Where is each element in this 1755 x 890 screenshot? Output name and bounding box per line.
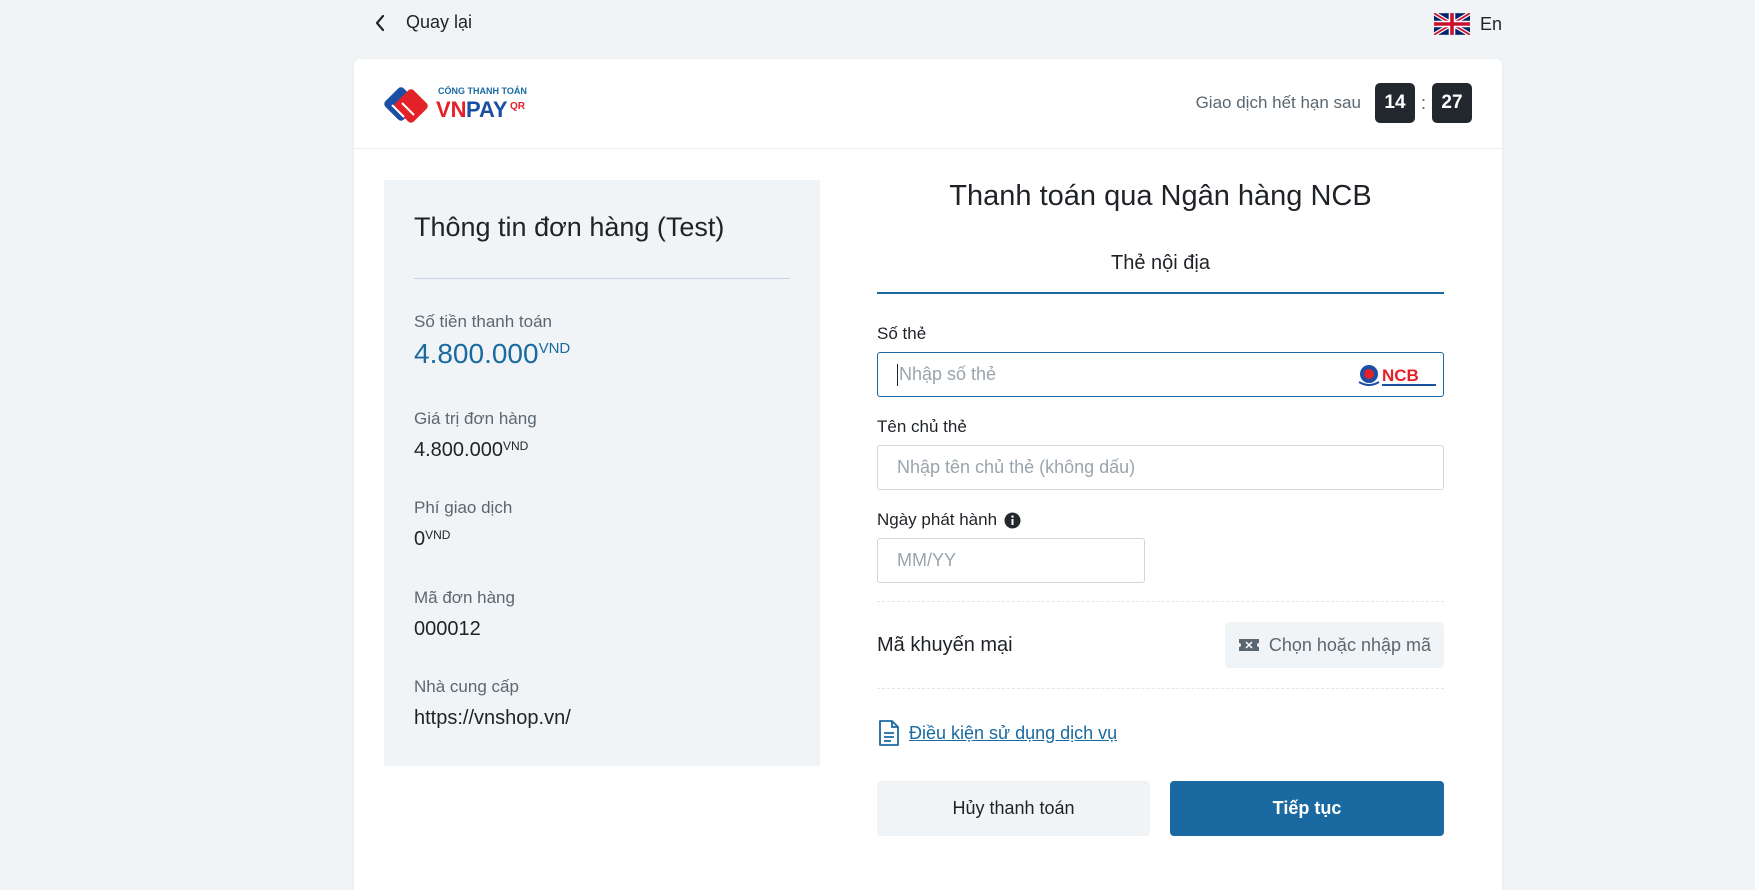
order-id-field: Mã đơn hàng 000012	[414, 588, 515, 641]
info-icon[interactable]	[1004, 512, 1021, 529]
continue-button[interactable]: Tiếp tục	[1170, 781, 1444, 836]
order-value-currency: VND	[502, 439, 529, 453]
fee-currency: VND	[425, 528, 451, 542]
payment-card: CỔNG THANH TOÁN VN PAY QR Giao dịch hết …	[354, 59, 1502, 890]
fee-field: Phí giao dịch 0VND	[414, 498, 512, 551]
order-value-field: Giá trị đơn hàng 4.800.000VND	[414, 409, 537, 462]
card-number-label-text: Số thẻ	[877, 324, 927, 343]
amount-label: Số tiền thanh toán	[414, 312, 553, 331]
back-label: Quay lại	[406, 12, 473, 32]
provider-field: Nhà cung cấp https://vnshop.vn/	[414, 677, 571, 730]
terms-link[interactable]: Điều kiện sử dụng dịch vụ	[909, 723, 1117, 744]
svg-text:CỔNG THANH TOÁN: CỔNG THANH TOÁN	[438, 85, 527, 96]
timer-seconds: 27	[1432, 83, 1472, 123]
ncb-bank-logo: NCB	[1357, 362, 1439, 390]
language-switcher[interactable]: En	[1432, 11, 1502, 37]
expiry-timer: Giao dịch hết hạn sau 14 : 27	[1196, 83, 1472, 123]
fee-number: 0	[414, 528, 426, 550]
ticket-icon	[1238, 637, 1260, 653]
svg-text:QR: QR	[510, 101, 526, 112]
action-buttons: Hủy thanh toán Tiếp tục	[877, 781, 1444, 836]
order-value-label: Giá trị đơn hàng	[414, 409, 537, 428]
card-header: CỔNG THANH TOÁN VN PAY QR Giao dịch hết …	[354, 59, 1502, 149]
vnpay-logo: CỔNG THANH TOÁN VN PAY QR	[382, 81, 532, 127]
cancel-button[interactable]: Hủy thanh toán	[877, 781, 1150, 836]
language-label: En	[1479, 13, 1502, 34]
promo-section: Mã khuyến mại Chọn hoặc nhập mã	[877, 601, 1444, 689]
back-link[interactable]: Quay lại	[374, 12, 472, 33]
order-info-panel: Thông tin đơn hàng (Test) Số tiền thanh …	[384, 180, 820, 766]
fee-label: Phí giao dịch	[414, 498, 513, 517]
order-title: Thông tin đơn hàng (Test)	[414, 212, 725, 242]
document-icon	[877, 719, 901, 747]
amount-number: 4.800.000	[414, 338, 539, 369]
uk-flag-icon	[1432, 11, 1472, 37]
issue-date-input[interactable]: MM/YY	[877, 538, 1145, 583]
divider	[414, 278, 790, 279]
order-id-label: Mã đơn hàng	[414, 588, 515, 607]
svg-text:PAY: PAY	[466, 97, 508, 122]
card-holder-label: Tên chủ thẻ	[877, 417, 1444, 437]
provider-value: https://vnshop.vn/	[414, 707, 571, 729]
issue-date-placeholder: MM/YY	[897, 550, 957, 570]
timer-label: Giao dịch hết hạn sau	[1195, 93, 1361, 112]
terms-row: Điều kiện sử dụng dịch vụ	[877, 719, 1444, 747]
card-number-input[interactable]: Nhập số thẻ NCB	[877, 352, 1444, 397]
card-holder-input[interactable]: Nhập tên chủ thẻ (không dấu)	[877, 445, 1444, 490]
promo-button[interactable]: Chọn hoặc nhập mã	[1224, 622, 1444, 668]
timer-minutes: 14	[1374, 83, 1415, 123]
svg-text:VN: VN	[436, 97, 467, 122]
payment-title: Thanh toán qua Ngân hàng NCB	[949, 180, 1372, 212]
provider-label: Nhà cung cấp	[414, 677, 519, 696]
timer-separator: :	[1420, 92, 1426, 113]
promo-button-label: Chọn hoặc nhập mã	[1268, 634, 1431, 655]
chevron-left-icon	[374, 13, 390, 33]
tab-domestic-card[interactable]: Thẻ nội địa	[877, 252, 1444, 294]
ncb-logo-text: NCB	[1382, 366, 1419, 385]
order-value: 4.800.000VND	[414, 439, 537, 462]
amount-currency: VND	[538, 340, 571, 357]
payment-form: Thanh toán qua Ngân hàng NCB Thẻ nội địa…	[877, 180, 1444, 836]
top-bar: Quay lại En	[354, 0, 1502, 52]
issue-date-label-text: Ngày phát hành	[877, 510, 998, 529]
text-caret	[897, 363, 898, 386]
issue-date-label: Ngày phát hành	[877, 510, 1444, 530]
order-id-value: 000012	[414, 618, 481, 640]
amount-field: Số tiền thanh toán 4.800.000VND	[414, 312, 570, 370]
card-number-label: Số thẻ	[877, 324, 1444, 344]
amount-value: 4.800.000VND	[414, 338, 570, 370]
card-holder-placeholder: Nhập tên chủ thẻ (không dấu)	[897, 457, 1136, 477]
card-number-placeholder: Nhập số thẻ	[899, 364, 997, 384]
card-holder-label-text: Tên chủ thẻ	[877, 417, 967, 436]
fee-value: 0VND	[414, 528, 512, 551]
order-value-number: 4.800.000	[414, 439, 503, 461]
promo-label: Mã khuyến mại	[877, 633, 1013, 656]
